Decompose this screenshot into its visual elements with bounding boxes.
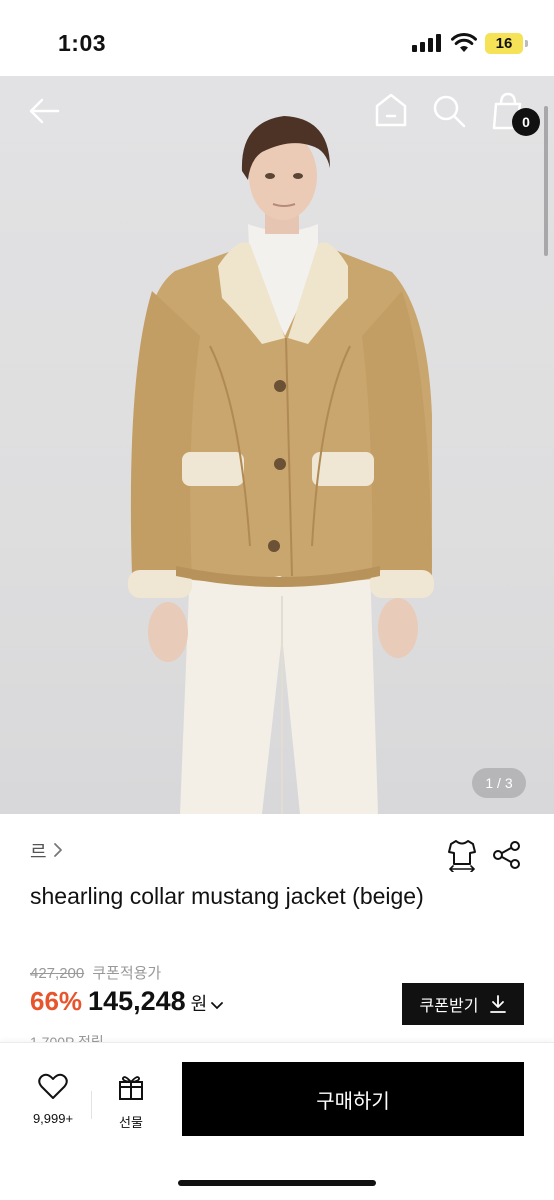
heart-icon: [38, 1073, 68, 1099]
divider: [91, 1091, 92, 1119]
product-title: shearling collar mustang jacket (beige): [30, 883, 424, 909]
gift-label: 선물: [119, 1115, 143, 1130]
currency-label: 원: [190, 994, 208, 1014]
coupon-download-button[interactable]: 쿠폰받기: [402, 983, 524, 1025]
chevron-down-icon[interactable]: [211, 998, 224, 1013]
sale-price: 145,248: [88, 986, 186, 1016]
gift-button[interactable]: 선물: [100, 1073, 162, 1131]
home-indicator[interactable]: [178, 1180, 376, 1186]
scroll-indicator: [544, 106, 548, 256]
buy-button-label: 구매하기: [316, 1090, 390, 1113]
buy-button[interactable]: 구매하기: [182, 1062, 524, 1136]
back-arrow-icon[interactable]: [28, 96, 62, 126]
coupon-button-label: 쿠폰받기: [419, 998, 479, 1015]
status-time: 1:03: [58, 30, 107, 56]
points-note: 1,700P 적립: [30, 1034, 104, 1042]
download-icon: [490, 995, 507, 1013]
bottom-action-bar: 9,999+ 선물 구매하기: [0, 1042, 554, 1200]
home-icon[interactable]: [374, 92, 408, 128]
product-image-gallery[interactable]: 0 1 / 3: [0, 76, 554, 814]
original-price-row: 427,200 쿠폰적용가: [30, 962, 161, 983]
like-count: 9,999+: [32, 1111, 74, 1126]
cart-count-badge: 0: [512, 108, 540, 136]
price-row[interactable]: 66% 145,248 원: [30, 986, 224, 1022]
battery-indicator: 16: [485, 33, 528, 54]
size-fit-icon[interactable]: [447, 838, 477, 872]
share-icon[interactable]: [492, 840, 522, 870]
wifi-icon: [451, 33, 477, 52]
image-pager-badge: 1 / 3: [472, 768, 526, 798]
search-icon[interactable]: [432, 94, 466, 128]
cellular-signal-icon: [412, 34, 444, 52]
status-bar: 1:03 16: [0, 0, 554, 76]
original-price: 427,200: [30, 965, 85, 982]
like-button[interactable]: 9,999+: [22, 1073, 84, 1131]
product-photo: [128, 116, 434, 814]
gift-icon: [119, 1076, 143, 1100]
brand-link[interactable]: 르: [30, 838, 63, 864]
chevron-right-icon: [53, 842, 63, 863]
coupon-price-note: 쿠폰적용가: [92, 965, 162, 982]
discount-rate: 66%: [30, 986, 83, 1016]
brand-name: 르: [30, 842, 47, 862]
